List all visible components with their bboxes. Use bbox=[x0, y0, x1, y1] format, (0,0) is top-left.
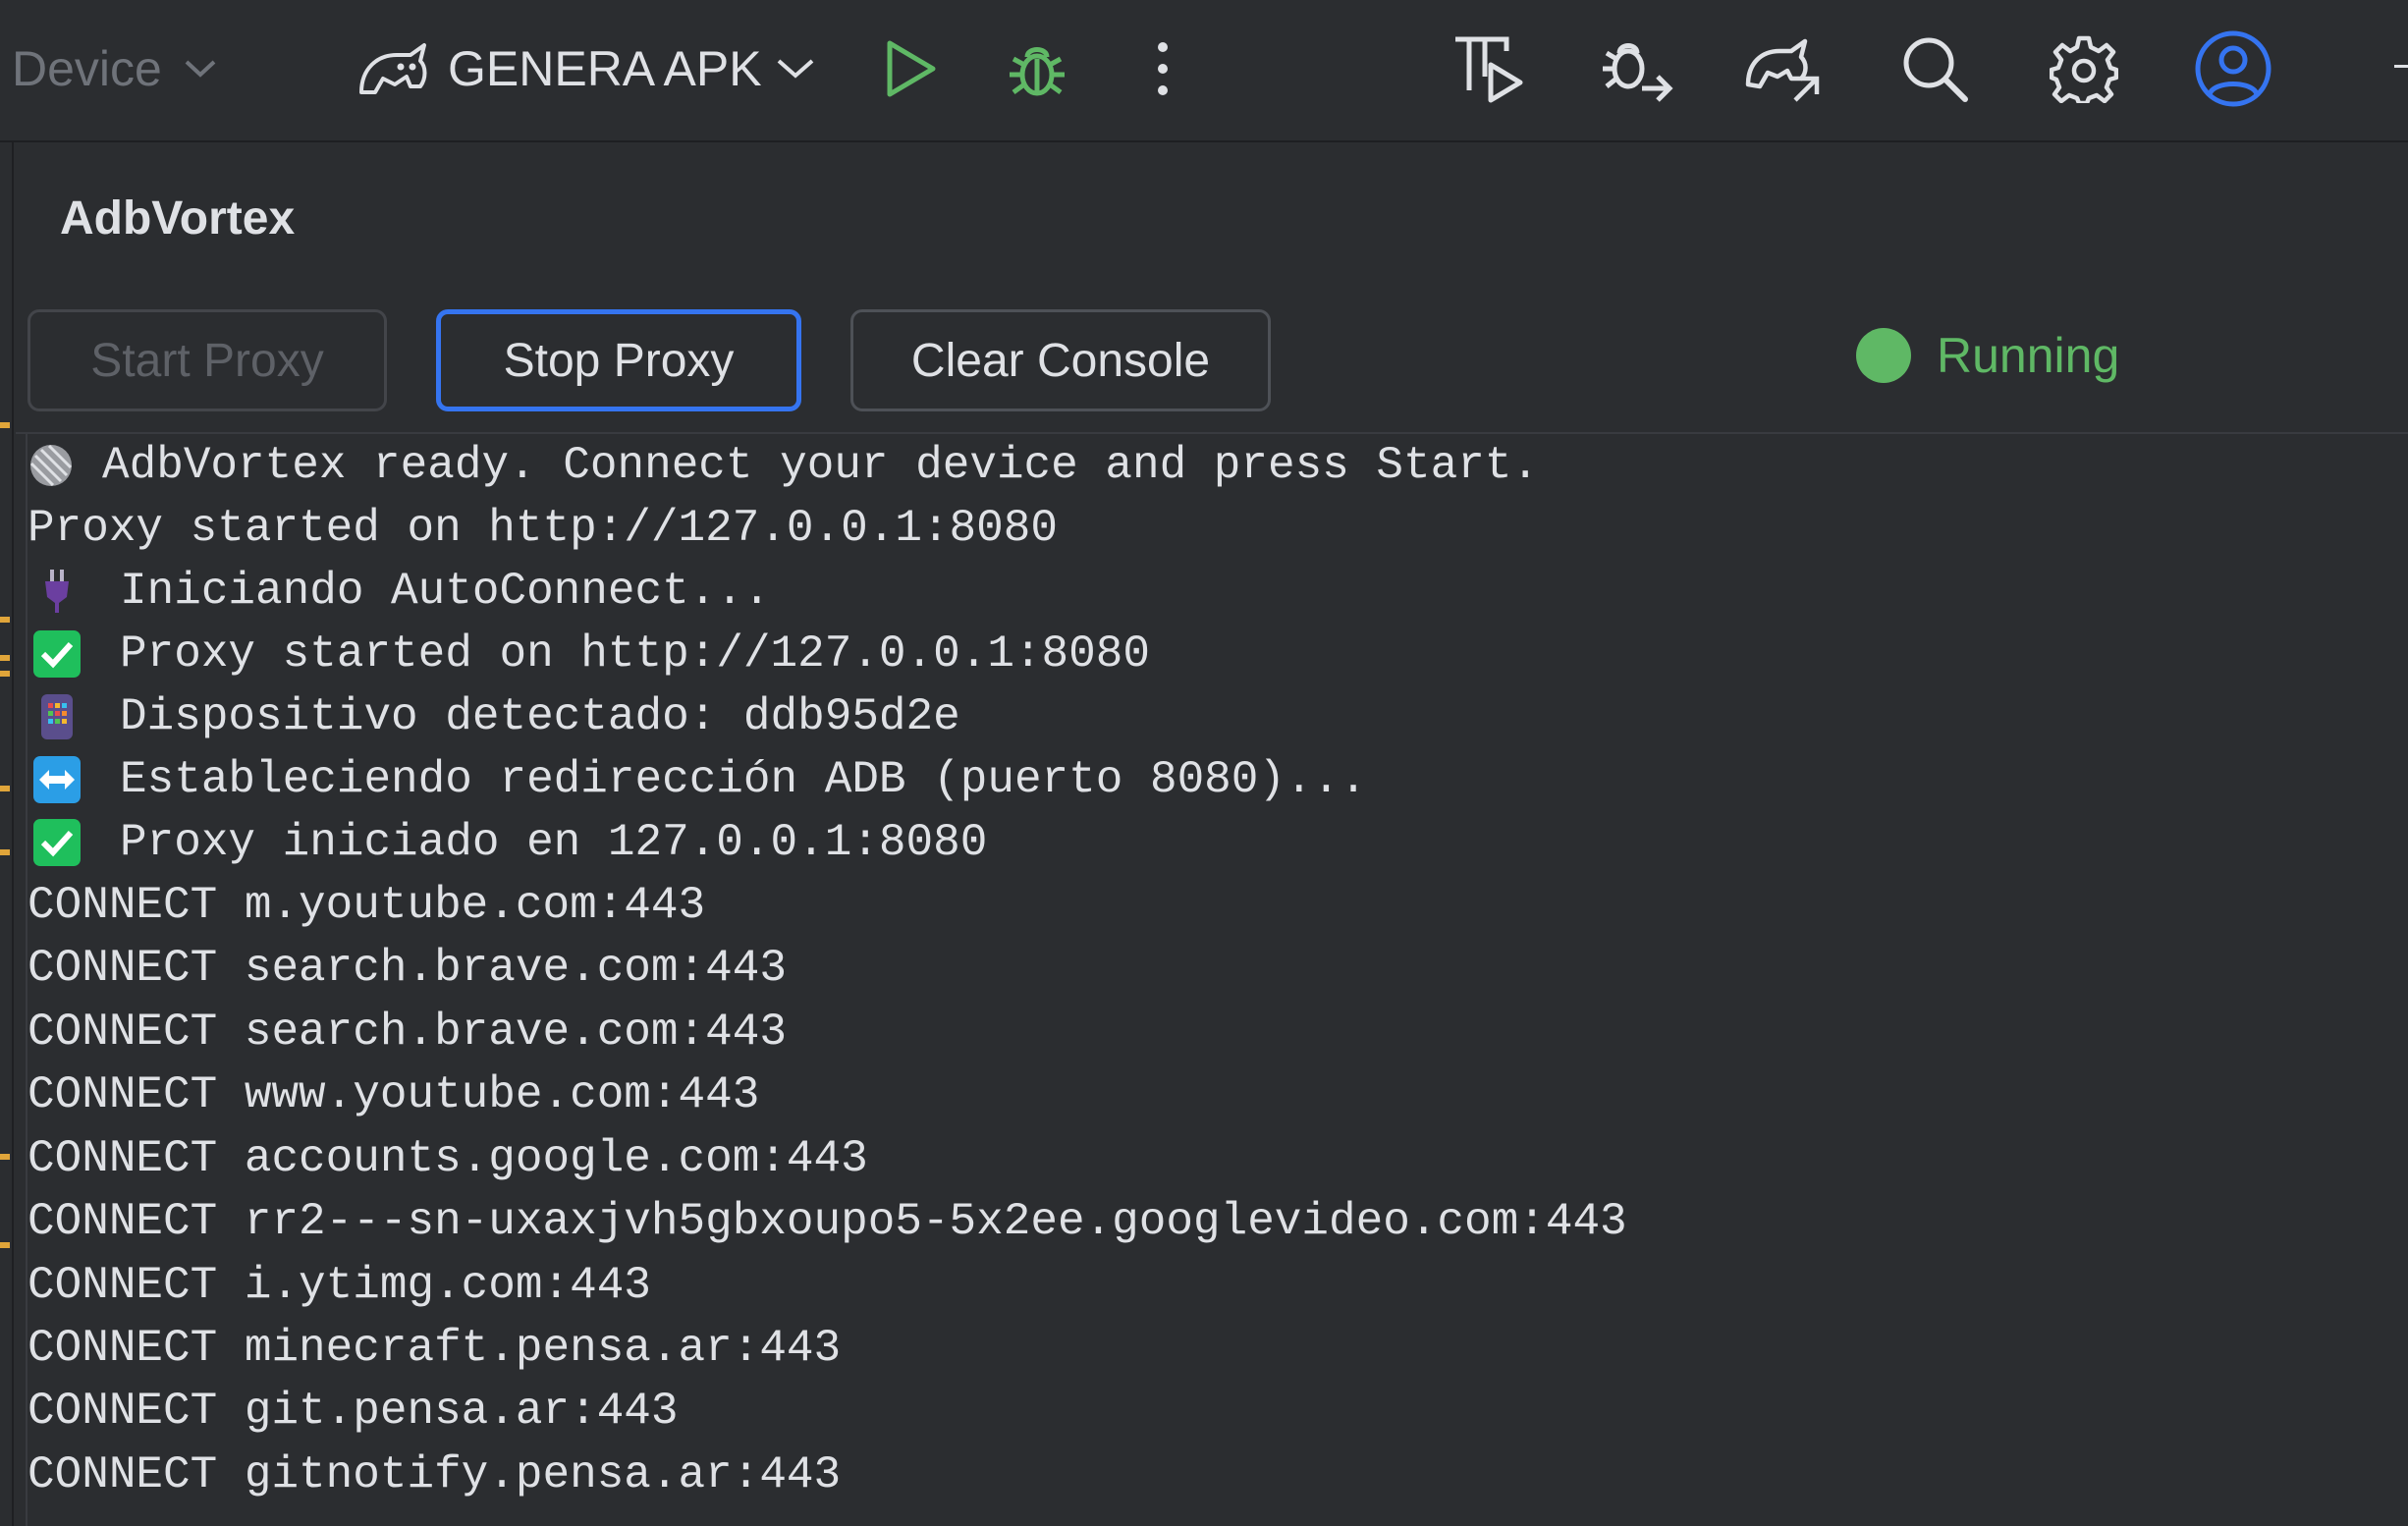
console-line-text: CONNECT search.brave.com:443 bbox=[27, 1007, 787, 1058]
apply-changes-icon bbox=[1745, 38, 1820, 102]
console-line: Iniciando AutoConnect... bbox=[27, 560, 771, 623]
console-line: CONNECT m.youtube.com:443 bbox=[27, 874, 705, 937]
profiler-button[interactable] bbox=[1442, 22, 1536, 116]
console-line: Proxy started on http://127.0.0.1:8080 bbox=[27, 497, 1058, 560]
more-actions-button[interactable] bbox=[1116, 22, 1210, 116]
console-line-text: Proxy started on http://127.0.0.1:8080 bbox=[120, 628, 1150, 680]
device-selector[interactable]: Device bbox=[12, 29, 217, 108]
settings-icon bbox=[2050, 35, 2118, 103]
status-text: Running bbox=[1937, 328, 2120, 383]
device-selector-label: Device bbox=[12, 41, 162, 96]
debug-button[interactable] bbox=[990, 22, 1084, 116]
start-proxy-button[interactable]: Start Proxy bbox=[27, 309, 387, 411]
console-line: CONNECT www.youtube.com:443 bbox=[27, 1063, 759, 1126]
plug-icon bbox=[33, 568, 81, 615]
window-minimize-edge[interactable] bbox=[2394, 65, 2408, 68]
console-line-text: CONNECT rr2---sn-uxaxjvh5gbxoupo5-5x2ee.… bbox=[27, 1196, 1627, 1247]
run-button[interactable] bbox=[864, 22, 958, 116]
attach-debugger-icon bbox=[1603, 43, 1673, 102]
gutter-marker bbox=[0, 617, 10, 623]
console-line-text: CONNECT minecraft.pensa.ar:443 bbox=[27, 1323, 842, 1374]
console-line: Dispositivo detectado: ddb95d2e bbox=[27, 685, 960, 748]
gutter-marker bbox=[0, 422, 10, 428]
search-icon bbox=[1903, 37, 1968, 102]
console-line-text: CONNECT git.pensa.ar:443 bbox=[27, 1386, 679, 1437]
gutter-marker bbox=[0, 655, 10, 661]
apply-changes-button[interactable] bbox=[1736, 22, 1831, 116]
console-line-text: Iniciando AutoConnect... bbox=[120, 566, 771, 617]
console-line-text: Dispositivo detectado: ddb95d2e bbox=[120, 691, 960, 742]
gutter-marker bbox=[0, 671, 10, 677]
attach-debugger-button[interactable] bbox=[1589, 22, 1683, 116]
chevron-down-icon bbox=[185, 60, 216, 78]
console-line: CONNECT gitnotify.pensa.ar:443 bbox=[27, 1444, 841, 1506]
check-icon bbox=[33, 630, 81, 678]
console-line-text: CONNECT gitnotify.pensa.ar:443 bbox=[27, 1449, 842, 1500]
console-output[interactable]: AdbVortex ready. Connect your device and… bbox=[26, 434, 2408, 1526]
console-line-text: Proxy started on http://127.0.0.1:8080 bbox=[27, 503, 1058, 554]
console-line-text: Proxy iniciado en 127.0.0.1:8080 bbox=[120, 817, 988, 868]
console-line: CONNECT git.pensa.ar:443 bbox=[27, 1380, 679, 1443]
proxy-status: Running bbox=[1856, 321, 2119, 390]
gutter-marker bbox=[0, 1154, 10, 1160]
console-line: CONNECT accounts.google.com:443 bbox=[27, 1127, 868, 1190]
run-configuration-label: GENERA APK bbox=[448, 41, 762, 96]
console-line-text: Estableciendo redirección ADB (puerto 80… bbox=[120, 754, 1367, 805]
console-line-text: CONNECT search.brave.com:443 bbox=[27, 943, 787, 994]
console-line: CONNECT rr2---sn-uxaxjvh5gbxoupo5-5x2ee.… bbox=[27, 1190, 1627, 1253]
stop-proxy-button[interactable]: Stop Proxy bbox=[436, 309, 801, 411]
status-indicator-dot bbox=[1856, 328, 1911, 383]
console-line: Estableciendo redirección ADB (puerto 80… bbox=[27, 748, 1367, 811]
console-line: Proxy started on http://127.0.0.1:8080 bbox=[27, 623, 1150, 685]
main-toolbar: Device GENERA APK bbox=[0, 0, 2408, 142]
account-icon bbox=[2195, 30, 2271, 107]
console-line: CONNECT search.brave.com:443 bbox=[27, 937, 787, 1000]
phone-icon bbox=[33, 693, 81, 740]
console-line: Proxy iniciado en 127.0.0.1:8080 bbox=[27, 811, 987, 874]
console-line: CONNECT search.brave.com:443 bbox=[27, 1001, 787, 1063]
console-line: CONNECT minecraft.pensa.ar:443 bbox=[27, 1317, 841, 1380]
run-icon bbox=[887, 40, 936, 97]
clear-console-button[interactable]: Clear Console bbox=[850, 309, 1271, 411]
gutter-marker bbox=[0, 1242, 10, 1248]
more-icon bbox=[1158, 42, 1168, 95]
gutter-marker bbox=[0, 849, 10, 855]
check-icon bbox=[33, 819, 81, 866]
adbvortex-tool-window: AdbVortex Start Proxy Stop Proxy Clear C… bbox=[16, 142, 2408, 1526]
console-line: AdbVortex ready. Connect your device and… bbox=[27, 434, 1539, 497]
account-button[interactable] bbox=[2186, 22, 2280, 116]
console-line-text: AdbVortex ready. Connect your device and… bbox=[102, 440, 1540, 491]
console-line-text: CONNECT i.ytimg.com:443 bbox=[27, 1260, 651, 1311]
left-gutter bbox=[0, 142, 14, 1526]
left-right-arrow-icon bbox=[33, 756, 81, 803]
console-line-text: CONNECT www.youtube.com:443 bbox=[27, 1069, 760, 1120]
globe-icon bbox=[27, 442, 75, 489]
settings-button[interactable] bbox=[2037, 22, 2131, 116]
console-line-text: CONNECT m.youtube.com:443 bbox=[27, 880, 706, 931]
android-config-icon bbox=[359, 43, 427, 94]
gutter-marker bbox=[0, 786, 10, 791]
search-button[interactable] bbox=[1888, 22, 1982, 116]
profiler-icon bbox=[1455, 36, 1523, 103]
console-line: CONNECT i.ytimg.com:443 bbox=[27, 1254, 651, 1317]
panel-title: AdbVortex bbox=[60, 192, 296, 245]
run-configuration-selector[interactable]: GENERA APK bbox=[356, 29, 815, 108]
debug-icon bbox=[1010, 47, 1065, 96]
chevron-down-icon bbox=[777, 59, 813, 79]
console-line-text: CONNECT accounts.google.com:443 bbox=[27, 1133, 868, 1184]
